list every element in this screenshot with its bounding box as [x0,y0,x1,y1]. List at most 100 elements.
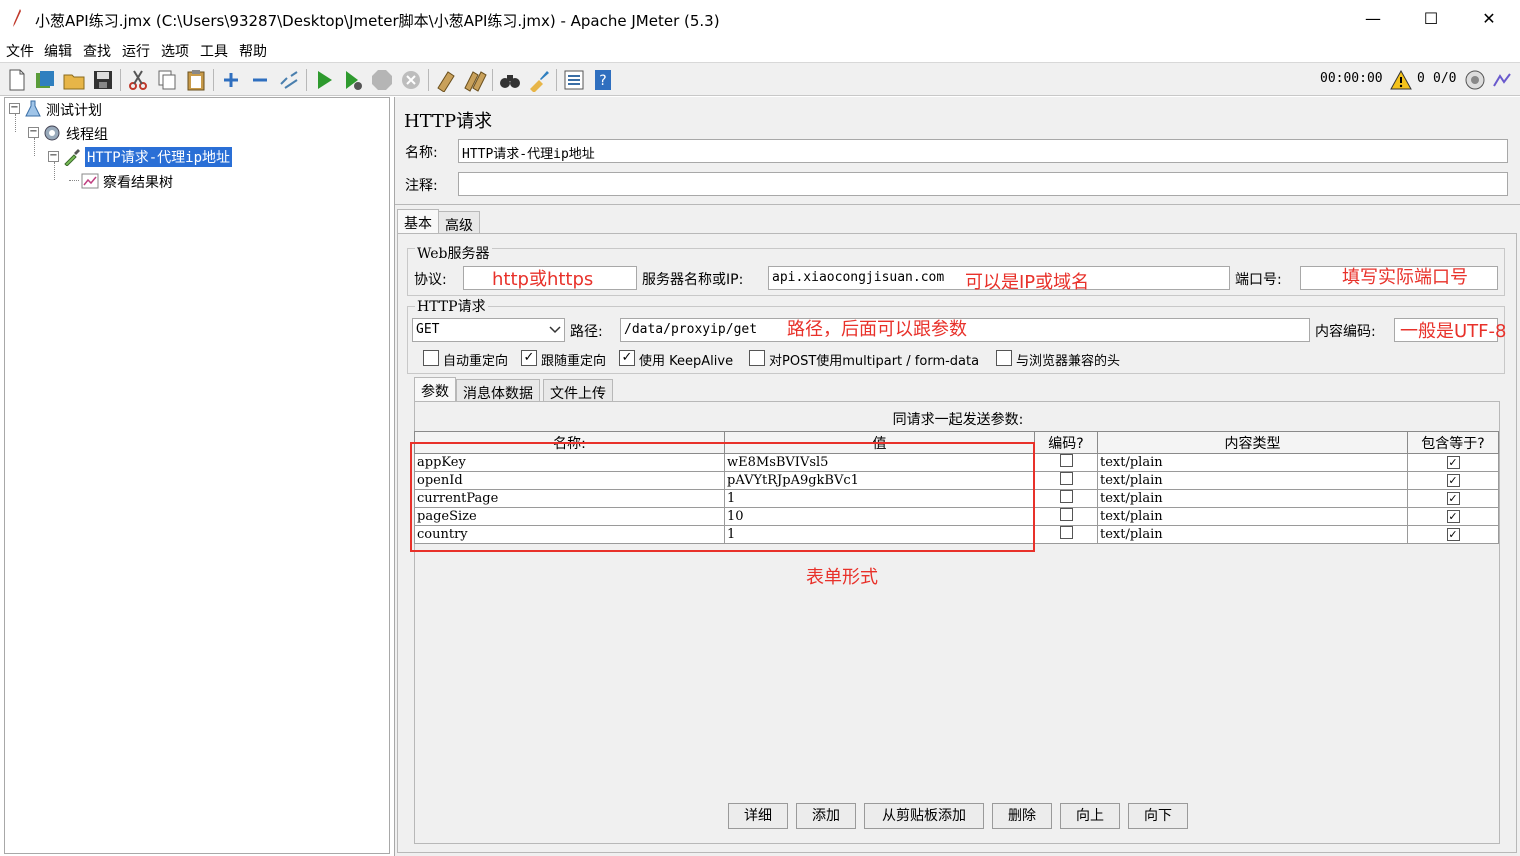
encode-checkbox[interactable] [1059,508,1073,521]
log-viewer-icon[interactable] [1492,70,1512,90]
menu-tools[interactable]: 工具 [200,41,228,61]
param-include-cell[interactable]: ✓ [1407,525,1499,544]
param-encode-cell[interactable] [1034,525,1098,544]
method-select[interactable]: GET [412,318,565,342]
shutdown-icon[interactable] [399,68,423,92]
templates-icon[interactable] [33,68,57,92]
add-from-clipboard-button[interactable]: 从剪贴板添加 [864,803,984,829]
param-content-type[interactable]: text/plain [1097,489,1408,508]
start-no-pauses-icon[interactable] [341,68,365,92]
param-include-cell[interactable]: ✓ [1407,507,1499,526]
new-icon[interactable] [5,68,29,92]
param-content-type[interactable]: text/plain [1097,453,1408,472]
clear-all-icon[interactable] [463,68,487,92]
annotation-path: 路径，后面可以跟参数 [787,319,967,340]
keepalive-label: 使用 KeepAlive [639,354,734,369]
open-icon[interactable] [62,68,86,92]
menu-file[interactable]: 文件 [6,41,34,61]
encode-checkbox[interactable] [1059,454,1073,467]
checkbox-keepalive[interactable]: ✓ [619,350,635,366]
subtab-parameters[interactable]: 参数 [414,377,456,401]
cut-icon[interactable] [126,68,150,92]
move-down-button[interactable]: 向下 [1128,803,1188,829]
tree-node-results-tree[interactable]: 察看结果树 [103,172,173,192]
collapse-toggle[interactable]: − [28,127,39,138]
menu-help[interactable]: 帮助 [239,41,267,61]
include-equals-checkbox[interactable]: ✓ [1446,455,1460,469]
name-field[interactable]: HTTP请求-代理ip地址 [458,139,1508,163]
checkbox-follow-redirects[interactable]: ✓ [521,350,537,366]
col-include-equals[interactable]: 包含等于? [1407,431,1499,454]
col-encode[interactable]: 编码? [1034,431,1098,454]
help-icon[interactable]: ? [591,68,615,92]
minimize-button[interactable]: — [1344,0,1402,38]
annotation-server: 可以是IP或域名 [965,272,1090,293]
start-icon[interactable] [312,68,336,92]
param-encode-cell[interactable] [1034,489,1098,508]
param-encode-cell[interactable] [1034,471,1098,490]
add-button[interactable]: 添加 [796,803,856,829]
collapse-icon[interactable] [248,68,272,92]
annotation-protocol: http或https [492,269,594,290]
function-helper-icon[interactable] [562,68,586,92]
param-include-cell[interactable]: ✓ [1407,453,1499,472]
clear-icon[interactable] [434,68,458,92]
delete-button[interactable]: 删除 [992,803,1052,829]
expand-icon[interactable] [219,68,243,92]
menu-search[interactable]: 查找 [83,41,111,61]
collapse-toggle[interactable]: − [48,151,59,162]
move-up-button[interactable]: 向上 [1060,803,1120,829]
toggle-icon[interactable] [277,68,301,92]
checkbox-auto-redirect[interactable] [423,350,439,366]
jmeter-feather-icon [13,9,21,27]
include-equals-checkbox[interactable]: ✓ [1446,491,1460,505]
annotation-form: 表单形式 [806,567,878,588]
param-content-type[interactable]: text/plain [1097,507,1408,526]
menu-run[interactable]: 运行 [122,41,150,61]
subtab-body-data[interactable]: 消息体数据 [456,379,540,403]
collapse-toggle[interactable]: − [9,103,20,114]
encode-checkbox[interactable] [1059,490,1073,503]
toolbar-separator [306,69,307,91]
include-equals-checkbox[interactable]: ✓ [1446,473,1460,487]
comment-field[interactable] [458,172,1508,196]
pipette-icon [64,149,80,166]
detail-button[interactable]: 详细 [728,803,788,829]
warning-icon[interactable] [1390,70,1412,90]
chevron-down-icon[interactable] [549,326,561,334]
checkbox-multipart[interactable] [749,350,765,366]
menu-edit[interactable]: 编辑 [44,41,72,61]
splitter[interactable] [395,204,1520,205]
save-icon[interactable] [91,68,115,92]
include-equals-checkbox[interactable]: ✓ [1446,527,1460,541]
param-content-type[interactable]: text/plain [1097,525,1408,544]
param-include-cell[interactable]: ✓ [1407,489,1499,508]
param-content-type[interactable]: text/plain [1097,471,1408,490]
param-include-cell[interactable]: ✓ [1407,471,1499,490]
tree-node-test-plan[interactable]: 测试计划 [46,100,102,120]
multipart-label: 对POST使用multipart / form-data [769,354,980,369]
toolbar-separator [120,69,121,91]
reset-search-icon[interactable] [527,68,551,92]
maximize-button[interactable]: ☐ [1402,0,1460,38]
subtab-file-upload[interactable]: 文件上传 [543,379,613,403]
param-encode-cell[interactable] [1034,507,1098,526]
include-equals-checkbox[interactable]: ✓ [1446,509,1460,523]
tree-connector [54,162,55,180]
tree-node-thread-group[interactable]: 线程组 [66,124,108,144]
tab-basic[interactable]: 基本 [397,209,439,233]
tree-node-http-request[interactable]: HTTP请求-代理ip地址 [85,147,233,167]
paste-icon[interactable] [184,68,208,92]
checkbox-browser-headers[interactable] [996,350,1012,366]
search-icon[interactable] [498,68,522,92]
port-label: 端口号: [1235,272,1282,288]
tab-advanced[interactable]: 高级 [438,211,480,235]
stop-icon[interactable] [370,68,394,92]
col-content-type[interactable]: 内容类型 [1097,431,1408,454]
encode-checkbox[interactable] [1059,526,1073,539]
close-button[interactable]: ✕ [1460,0,1518,38]
copy-icon[interactable] [155,68,179,92]
encode-checkbox[interactable] [1059,472,1073,485]
param-encode-cell[interactable] [1034,453,1098,472]
menu-options[interactable]: 选项 [161,41,189,61]
